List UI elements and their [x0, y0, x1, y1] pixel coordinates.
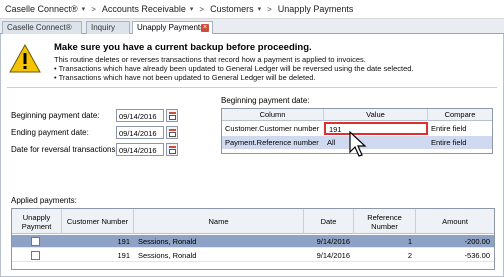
breadcrumb-separator-icon: > — [91, 4, 96, 14]
breadcrumb: Caselle Connect® ▾ > Accounts Receivable… — [0, 0, 504, 19]
breadcrumb-item-unapply-payments[interactable]: Unapply Payments — [278, 4, 354, 14]
tab-label: Unapply Payments — [137, 23, 205, 32]
criteria-group-label: Beginning payment date: — [221, 96, 310, 105]
applied-grid-header: Unapply Payment Customer Number Name Dat… — [12, 209, 494, 234]
date-cell: 9/14/2016 — [316, 251, 350, 260]
calendar-icon[interactable] — [166, 109, 178, 122]
name-cell: Sessions, Ronald — [138, 237, 197, 246]
unapply-checkbox[interactable] — [31, 251, 40, 260]
tab-label: Caselle Connect® — [7, 23, 72, 32]
warning-icon — [9, 44, 41, 73]
breadcrumb-separator-icon: > — [199, 4, 205, 14]
unapply-payments-panel: Make sure you have a current backup befo… — [0, 34, 504, 277]
warning-line: This routine deletes or reverses transac… — [54, 55, 366, 64]
beginning-payment-date-input[interactable] — [116, 109, 164, 122]
calendar-icon[interactable] — [166, 143, 178, 156]
value-header[interactable]: Value — [324, 109, 428, 121]
tab-unapply-payments[interactable]: Unapply Payments × — [132, 21, 213, 35]
date-header[interactable]: Date — [304, 209, 354, 234]
unapply-checkbox[interactable] — [31, 237, 40, 246]
amount-cell: -536.00 — [464, 251, 490, 260]
reference-number-cell: 2 — [407, 251, 412, 260]
unapply-payment-header[interactable]: Unapply Payment — [12, 209, 62, 234]
breadcrumb-item-customers[interactable]: Customers — [210, 4, 254, 14]
criteria-compare-cell[interactable]: Entire field — [428, 136, 492, 149]
breadcrumb-item-accounts-receivable[interactable]: Accounts Receivable — [102, 4, 186, 14]
warning-line: • Transactions which have not been updat… — [54, 73, 316, 82]
warning-title: Make sure you have a current backup befo… — [54, 42, 312, 53]
tab-caselle-connect[interactable]: Caselle Connect® — [2, 21, 82, 34]
criteria-value-cell[interactable]: All — [324, 136, 428, 149]
column-header[interactable]: Column — [222, 109, 324, 121]
ending-payment-date-label: Ending payment date: — [11, 128, 89, 137]
calendar-icon[interactable] — [166, 126, 178, 139]
compare-header[interactable]: Compare — [428, 109, 492, 121]
name-header[interactable]: Name — [134, 209, 304, 234]
date-cell: 9/14/2016 — [316, 237, 350, 246]
customer-number-cell: 191 — [117, 251, 130, 260]
mouse-cursor-icon — [349, 131, 367, 157]
chevron-down-icon[interactable]: ▾ — [258, 5, 262, 13]
warning-line: • Transactions which have already been u… — [54, 64, 414, 73]
criteria-column-cell: Payment.Reference number — [225, 138, 319, 147]
chevron-down-icon[interactable]: ▾ — [190, 5, 194, 13]
criteria-value-input[interactable]: 191 — [324, 122, 428, 135]
reference-number-header[interactable]: Reference Number — [354, 209, 416, 234]
customer-number-cell: 191 — [117, 237, 130, 246]
tab-inquiry[interactable]: Inquiry — [86, 21, 130, 34]
applied-payments-grid: Unapply Payment Customer Number Name Dat… — [11, 208, 495, 270]
reference-number-cell: 1 — [407, 237, 412, 246]
amount-header[interactable]: Amount — [416, 209, 494, 234]
ending-payment-date-input[interactable] — [116, 126, 164, 139]
reversal-date-label: Date for reversal transactions: — [11, 145, 118, 154]
criteria-column-cell: Customer.Customer number — [225, 124, 320, 133]
table-row[interactable]: 191 Sessions, Ronald 9/14/2016 2 -536.00 — [12, 249, 494, 262]
table-row[interactable]: 191 Sessions, Ronald 9/14/2016 1 -200.00 — [12, 235, 494, 248]
customer-number-header[interactable]: Customer Number — [62, 209, 134, 234]
criteria-compare-cell[interactable]: Entire field — [428, 122, 492, 135]
tab-strip: Caselle Connect® Inquiry Unapply Payment… — [0, 19, 504, 35]
breadcrumb-item-caselle-connect[interactable]: Caselle Connect® — [5, 4, 78, 14]
name-cell: Sessions, Ronald — [138, 251, 197, 260]
breadcrumb-separator-icon: > — [267, 4, 272, 14]
divider — [7, 87, 497, 88]
reversal-date-input[interactable] — [116, 143, 164, 156]
close-icon[interactable]: × — [201, 24, 209, 32]
criteria-grid-header: Column Value Compare — [222, 109, 492, 121]
chevron-down-icon[interactable]: ▾ — [82, 5, 86, 13]
beginning-payment-date-label: Beginning payment date: — [11, 111, 100, 120]
tab-label: Inquiry — [91, 23, 116, 32]
amount-cell: -200.00 — [464, 237, 490, 246]
applied-payments-label: Applied payments: — [11, 196, 77, 205]
